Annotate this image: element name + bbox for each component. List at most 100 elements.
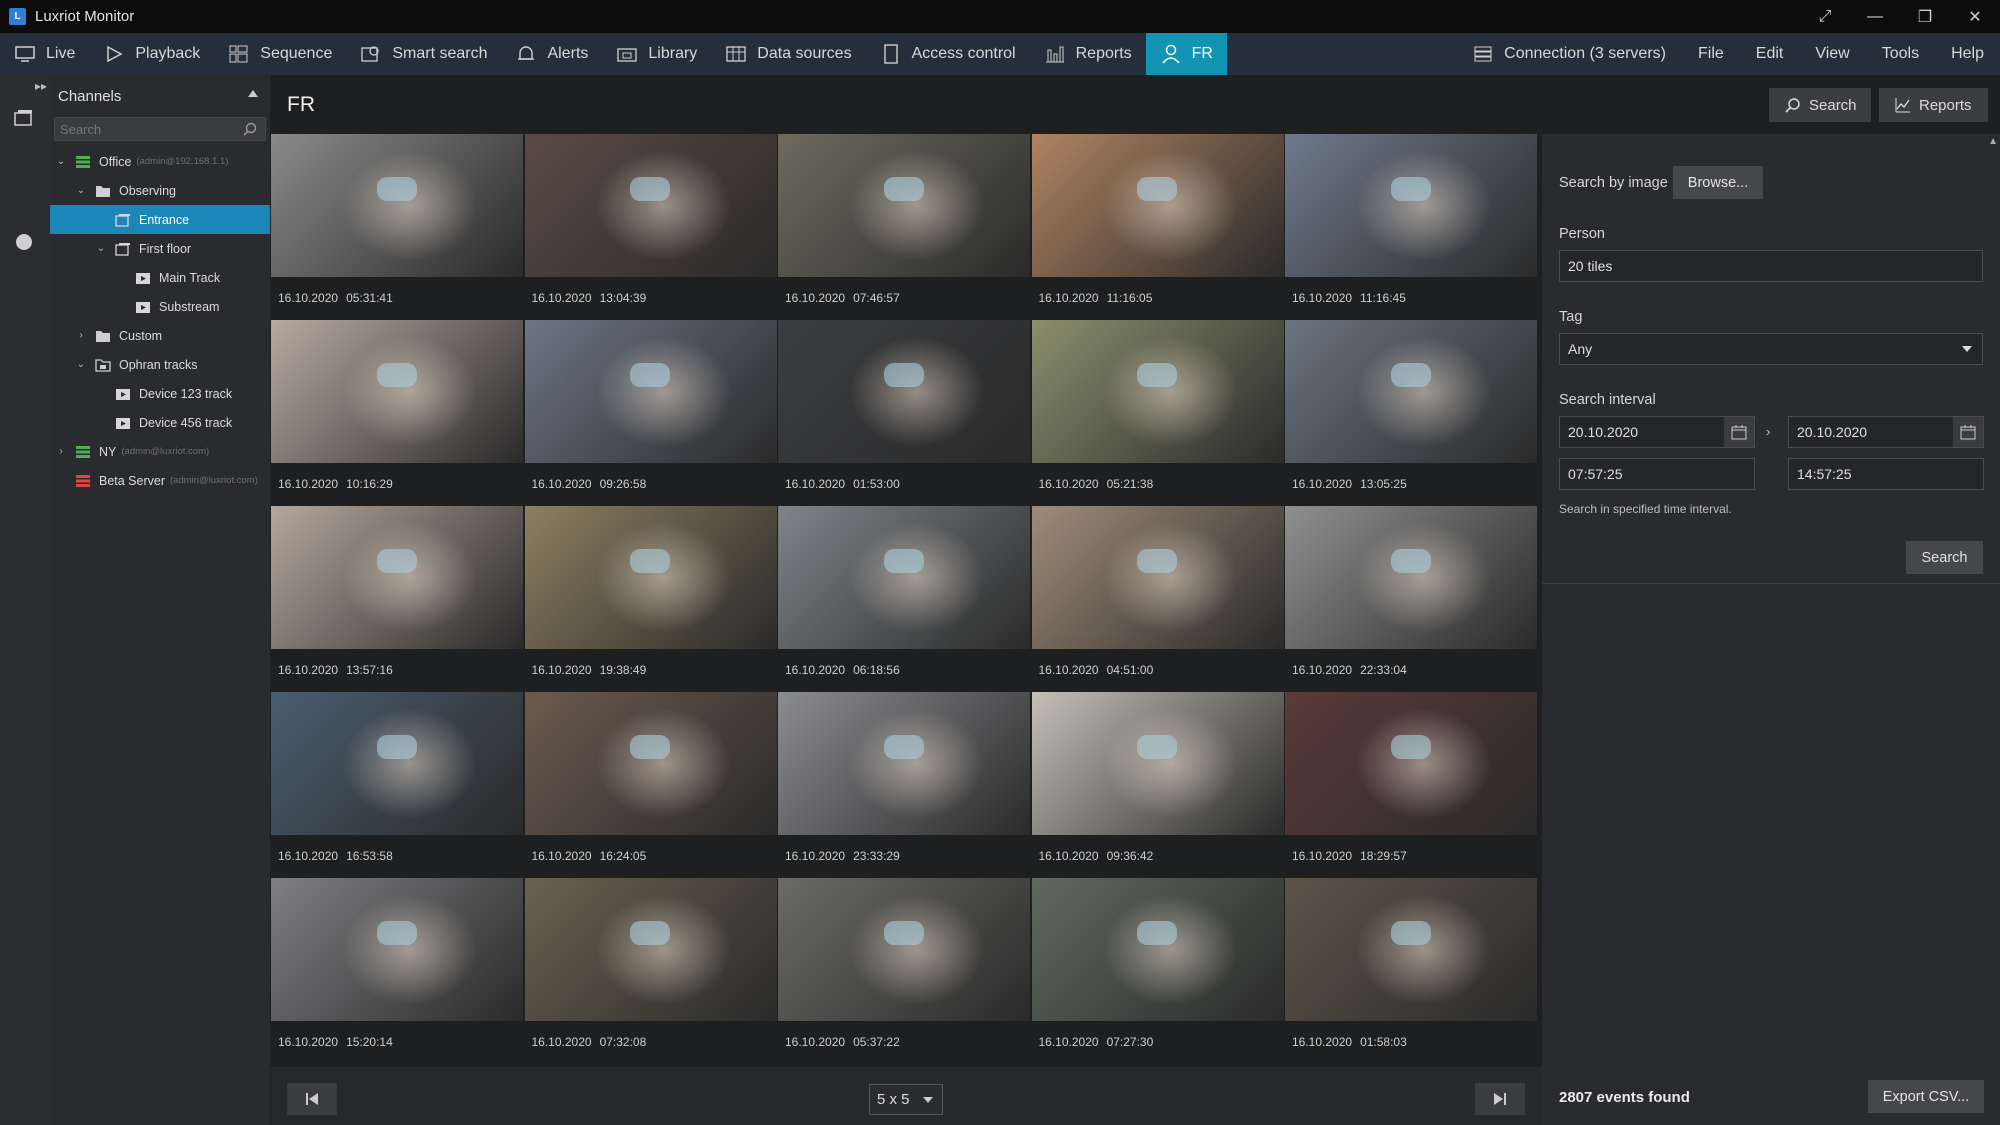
tree-node[interactable]: ⌄ First floor [50,234,270,263]
restore-icon[interactable]: ❐ [1900,0,1950,33]
face-thumbnail[interactable] [778,134,1030,277]
result-tile[interactable]: 16.10.2020 13:57:16 [271,506,523,692]
face-thumbnail[interactable] [1285,506,1537,649]
face-thumbnail[interactable] [524,506,777,649]
menu-playback[interactable]: Playback [89,33,214,75]
result-tile[interactable]: 16.10.2020 06:18:56 [778,506,1030,692]
face-thumbnail[interactable] [778,878,1030,1021]
face-thumbnail[interactable] [271,878,523,1021]
close-icon[interactable]: ✕ [1950,0,2000,33]
menu-live[interactable]: Live [0,33,89,75]
chevron-right-icon[interactable]: › [56,446,66,457]
tree-node[interactable]: Device 456 track [50,408,270,437]
result-tile[interactable]: 16.10.2020 18:29:57 [1285,692,1537,878]
tree-node[interactable]: Beta Server (admin@luxriot.com) [50,466,270,495]
chevron-down-icon[interactable]: ⌄ [96,243,106,254]
result-tile[interactable]: 16.10.2020 09:36:42 [1031,692,1284,878]
toolbar-search-button[interactable]: Search [1769,88,1871,122]
face-thumbnail[interactable] [1031,134,1284,277]
calendar-icon[interactable] [1953,417,1983,447]
result-tile[interactable]: 16.10.2020 07:32:08 [524,878,777,1064]
face-thumbnail[interactable] [1285,134,1537,277]
result-tile[interactable]: 16.10.2020 19:38:49 [524,506,777,692]
export-csv-button[interactable]: Export CSV... [1868,1080,1984,1113]
tree-node[interactable]: › Custom [50,321,270,350]
result-tile[interactable]: 16.10.2020 16:53:58 [271,692,523,878]
menu-library[interactable]: Library [602,33,711,75]
face-thumbnail[interactable] [1031,692,1284,835]
menu-access-control[interactable]: Access control [866,33,1030,75]
chevron-right-icon[interactable]: › [76,330,86,341]
result-tile[interactable]: 16.10.2020 11:16:45 [1285,134,1537,320]
to-date-field[interactable]: 20.10.2020 [1788,416,1984,448]
menu-fr[interactable]: FR [1145,33,1227,75]
tree-node[interactable]: Device 123 track [50,379,270,408]
face-thumbnail[interactable] [1031,878,1284,1021]
result-tile[interactable]: 16.10.2020 01:58:03 [1285,878,1537,1064]
tree-node[interactable]: Substream [50,292,270,321]
person-field[interactable]: 20 tiles [1559,250,1983,282]
browse-button[interactable]: Browse... [1673,166,1763,199]
face-thumbnail[interactable] [524,878,777,1021]
menu-smart-search[interactable]: Smart search [346,33,501,75]
face-thumbnail[interactable] [1285,692,1537,835]
face-thumbnail[interactable] [271,134,523,277]
result-tile[interactable]: 16.10.2020 16:24:05 [524,692,777,878]
tree-node[interactable]: › NY (admin@luxriot.com) [50,437,270,466]
result-tile[interactable]: 16.10.2020 15:20:14 [271,878,523,1064]
channel-search-input[interactable]: Search [54,117,266,141]
result-tile[interactable]: 16.10.2020 22:33:04 [1285,506,1537,692]
last-page-button[interactable] [1475,1083,1525,1115]
calendar-icon[interactable] [1724,417,1754,447]
channels-header[interactable]: Channels [50,75,270,117]
result-tile[interactable]: 16.10.2020 13:05:25 [1285,320,1537,506]
tag-select[interactable]: Any [1559,333,1983,365]
tree-node[interactable]: ⌄ Observing [50,176,270,205]
result-tile[interactable]: 16.10.2020 13:04:39 [524,134,777,320]
menu-data-sources[interactable]: Data sources [711,33,865,75]
face-thumbnail[interactable] [524,692,777,835]
menu-help[interactable]: Help [1935,33,2000,75]
result-tile[interactable]: 16.10.2020 09:26:58 [524,320,777,506]
from-date-field[interactable]: 20.10.2020 [1559,416,1755,448]
result-tile[interactable]: 16.10.2020 10:16:29 [271,320,523,506]
search-button[interactable]: Search [1906,541,1983,574]
result-tile[interactable]: 16.10.2020 05:37:22 [778,878,1030,1064]
result-tile[interactable]: 16.10.2020 11:16:05 [1031,134,1284,320]
chevron-down-icon[interactable]: ⌄ [76,185,86,196]
face-thumbnail[interactable] [778,692,1030,835]
menu-tools[interactable]: Tools [1866,33,1935,75]
result-tile[interactable]: 16.10.2020 04:51:00 [1031,506,1284,692]
face-thumbnail[interactable] [271,692,523,835]
layout-select[interactable]: 5 x 5 [869,1084,943,1115]
collapse-caret-icon[interactable] [248,90,258,97]
face-thumbnail[interactable] [1031,506,1284,649]
status-dot-icon[interactable] [16,234,32,250]
fullscreen-icon[interactable]: ⤢ [1800,0,1850,33]
face-thumbnail[interactable] [778,320,1030,463]
face-thumbnail[interactable] [524,320,777,463]
collapse-panel-icon[interactable]: ▸▸ [35,79,47,93]
camera-list-icon[interactable] [13,108,35,128]
chevron-down-icon[interactable]: ⌄ [56,156,66,167]
menu-edit[interactable]: Edit [1740,33,1800,75]
result-tile[interactable]: 16.10.2020 05:31:41 [271,134,523,320]
face-thumbnail[interactable] [524,134,777,277]
tree-node[interactable]: Entrance [50,205,270,234]
face-thumbnail[interactable] [778,506,1030,649]
search-icon[interactable] [243,122,257,136]
face-thumbnail[interactable] [1285,878,1537,1021]
result-tile[interactable]: 16.10.2020 23:33:29 [778,692,1030,878]
result-tile[interactable]: 16.10.2020 07:46:57 [778,134,1030,320]
tree-node[interactable]: ⌄ Office (admin@192.168.1.1) [50,147,270,176]
menu-file[interactable]: File [1682,33,1740,75]
to-time-field[interactable]: 14:57:25 [1788,458,1984,490]
result-tile[interactable]: 16.10.2020 07:27:30 [1031,878,1284,1064]
result-tile[interactable]: 16.10.2020 01:53:00 [778,320,1030,506]
menu-alerts[interactable]: Alerts [501,33,602,75]
minimize-icon[interactable]: — [1850,0,1900,33]
first-page-button[interactable] [287,1083,337,1115]
menu-sequence[interactable]: Sequence [214,33,346,75]
face-thumbnail[interactable] [1031,320,1284,463]
connection-menu[interactable]: Connection (3 servers) [1456,33,1682,75]
